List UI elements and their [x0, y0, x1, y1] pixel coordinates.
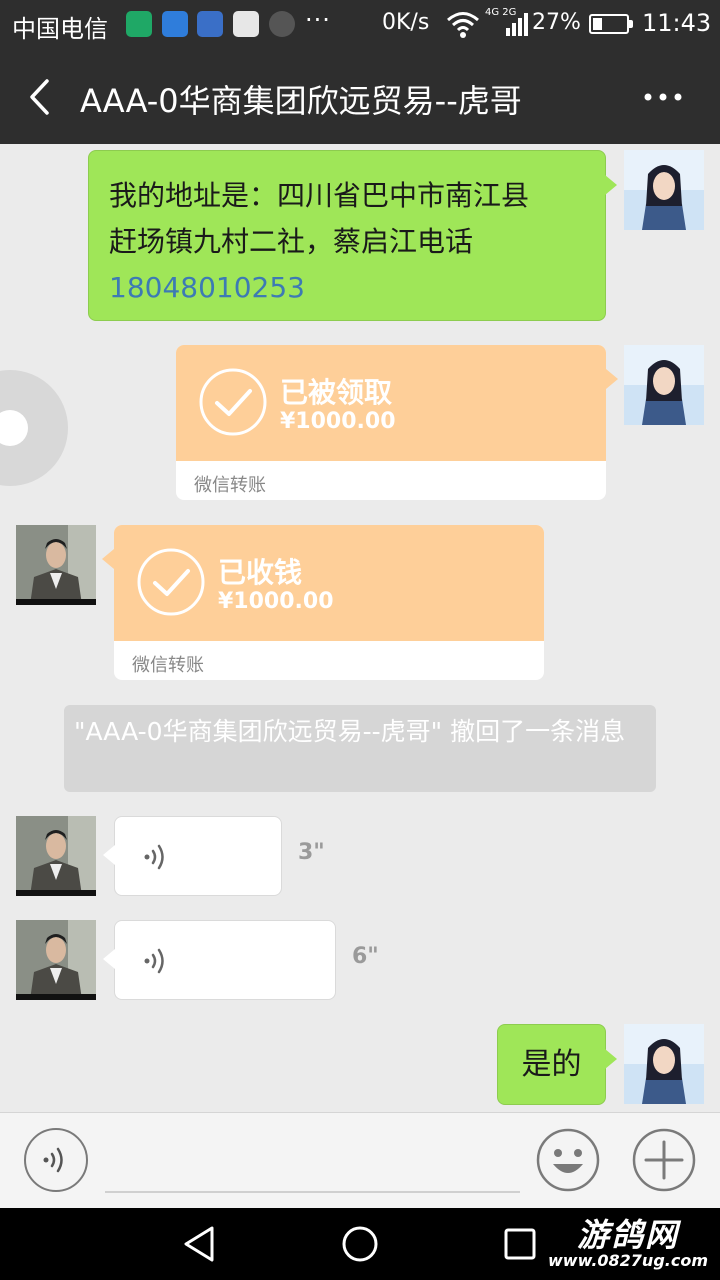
plus-icon[interactable] [632, 1128, 696, 1192]
battery-percent: 27% [532, 10, 581, 35]
address-line-1: 我的地址是：四川省巴中市南江县 [109, 179, 530, 212]
chevron-left-icon[interactable] [20, 76, 60, 118]
network-speed: 0K/s [382, 10, 430, 35]
clean-icon [197, 11, 223, 37]
transfer-amount: ¥1000.00 [280, 409, 396, 434]
system-nav-bar: 游鸽网 www.0827ug.com [0, 1208, 720, 1280]
transfer-status: 已被领取 [280, 376, 393, 409]
transfer-amount: ¥1000.00 [218, 589, 334, 614]
watermark-name: 游鸽网 [576, 1216, 679, 1254]
message-list[interactable]: 我的地址是：四川省巴中市南江县 赶场镇九村二社，蔡启江电话 1804801025… [0, 144, 720, 1112]
voice-duration: 3" [298, 840, 325, 865]
watermark-url: www.0827ug.com [548, 1251, 708, 1270]
more-notifications-icon: ··· [305, 6, 331, 34]
voice-wave-icon [144, 948, 164, 974]
peer-avatar[interactable] [16, 525, 96, 605]
transfer-status: 已收钱 [218, 556, 303, 589]
self-avatar-image [624, 1024, 704, 1104]
self-avatar-image [624, 345, 704, 425]
carrier-label: 中国电信 [12, 15, 108, 43]
smiley-icon[interactable] [536, 1128, 600, 1192]
nav-back-icon[interactable] [180, 1224, 220, 1264]
self-avatar[interactable] [624, 1024, 704, 1104]
peer-avatar-image [16, 525, 96, 605]
game-app-icon [269, 11, 295, 37]
reply-message-bubble[interactable]: 是的 [497, 1024, 617, 1105]
transfer-label: 微信转账 [132, 655, 204, 676]
phone-number-link[interactable]: 18048010253 [109, 265, 585, 311]
recall-notice: "AAA-0华商集团欣远贸易--虎哥" 撤回了一条消息 [64, 705, 656, 792]
address-message-bubble[interactable]: 我的地址是：四川省巴中市南江县 赶场镇九村二社，蔡启江电话 1804801025… [88, 150, 617, 321]
nav-home-icon[interactable] [340, 1224, 380, 1264]
status-bar: 中国电信 ··· 0K/s 4G 2G 27% 11:43 [0, 0, 720, 50]
floating-assistive-button[interactable] [0, 370, 68, 486]
voice-message-bubble[interactable] [103, 816, 282, 896]
shield-icon [126, 11, 152, 37]
voice-wave-icon [43, 1147, 63, 1173]
signal-icon [506, 13, 528, 36]
self-avatar[interactable] [624, 150, 704, 230]
wifi-icon [447, 12, 479, 38]
chat-title: AAA-0华商集团欣远贸易--虎哥 [80, 82, 522, 120]
voice-message-bubble[interactable] [103, 920, 336, 1000]
photo-app-icon [233, 11, 259, 37]
address-line-2: 赶场镇九村二社，蔡启江电话 [109, 225, 474, 258]
composer-bar [0, 1112, 720, 1208]
voice-duration: 6" [352, 944, 379, 969]
message-input[interactable] [105, 1131, 520, 1193]
transfer-label: 微信转账 [194, 475, 266, 496]
watermark: 游鸽网 www.0827ug.com [548, 1218, 708, 1270]
transfer-card-sent[interactable]: 已被领取 ¥1000.00 微信转账 [176, 345, 618, 500]
nav-recents-icon[interactable] [500, 1224, 540, 1264]
voice-input-button[interactable] [24, 1128, 88, 1192]
more-horizontal-icon[interactable] [640, 80, 686, 114]
clock: 11:43 [642, 9, 712, 37]
peer-avatar[interactable] [16, 816, 96, 896]
battery-icon [589, 14, 633, 34]
self-avatar[interactable] [624, 345, 704, 425]
battery-fill [593, 18, 602, 30]
chat-header: AAA-0华商集团欣远贸易--虎哥 [0, 50, 720, 144]
check-circle-icon [137, 548, 205, 616]
peer-avatar-image [16, 816, 96, 896]
self-avatar-image [624, 150, 704, 230]
peer-avatar-image [16, 920, 96, 1000]
check-circle-icon [199, 368, 267, 436]
security-icon [162, 11, 188, 37]
voice-wave-icon [144, 844, 164, 870]
transfer-card-received[interactable]: 已收钱 ¥1000.00 微信转账 [102, 525, 544, 680]
peer-avatar[interactable] [16, 920, 96, 1000]
